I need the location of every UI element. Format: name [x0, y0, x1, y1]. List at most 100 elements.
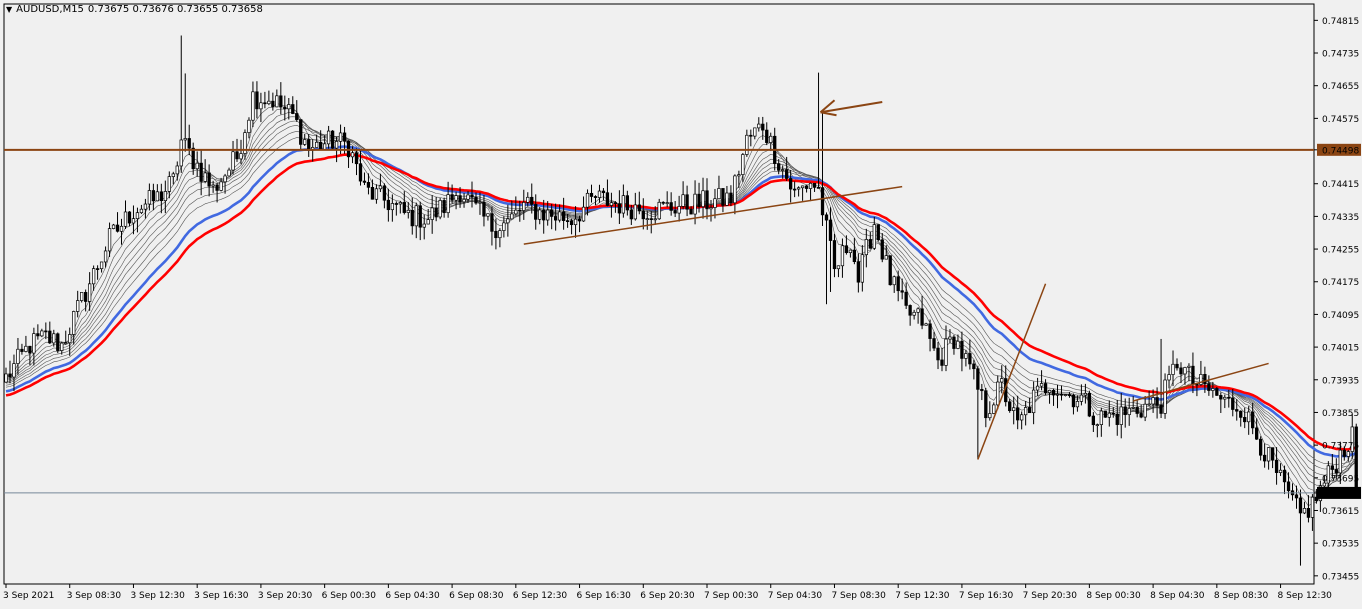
bull-candle — [171, 173, 175, 177]
bull-candle — [64, 342, 68, 345]
bear-candle — [494, 230, 498, 239]
bear-candle — [36, 333, 40, 337]
bull-candle — [1099, 410, 1103, 425]
bull-candle — [741, 154, 745, 175]
bull-candle — [326, 130, 331, 145]
y-tick-label: 0.74498 — [1322, 146, 1359, 156]
bear-candle — [1239, 410, 1243, 418]
y-tick-label: 0.74175 — [1322, 278, 1359, 288]
bull-candle — [267, 100, 271, 105]
bear-candle — [255, 91, 259, 110]
bull-candle — [52, 333, 56, 344]
bull-candle — [131, 218, 136, 224]
bear-candle — [518, 209, 522, 212]
bear-candle — [900, 290, 904, 293]
bear-candle — [1286, 481, 1291, 492]
bull-candle — [1055, 393, 1060, 396]
bull-candle — [350, 152, 355, 158]
bear-candle — [928, 323, 932, 339]
bull-candle — [677, 206, 681, 214]
bull-candle — [796, 187, 801, 190]
bull-candle — [916, 308, 920, 313]
bear-candle — [936, 347, 940, 361]
bull-candle — [72, 311, 76, 335]
x-tick-label: 7 Sep 12:30 — [895, 591, 950, 601]
bear-candle — [1207, 383, 1211, 391]
bull-candle — [1147, 403, 1151, 406]
bull-candle — [948, 336, 952, 340]
x-tick-label: 8 Sep 04:30 — [1150, 591, 1205, 601]
x-tick-label: 6 Sep 00:30 — [322, 591, 377, 601]
bear-candle — [1103, 410, 1107, 418]
bull-candle — [183, 138, 187, 141]
chart-canvas[interactable]: 0.74815 0.74735 0.74655 0.74575 0.74498 0.744… — [0, 0, 1362, 605]
bear-candle — [661, 201, 665, 204]
y-tick-label: 0.73658 — [1322, 489, 1359, 499]
bear-candle — [637, 204, 641, 212]
bear-candle — [418, 205, 422, 228]
bull-candle — [964, 353, 968, 359]
bear-candle — [1243, 417, 1247, 423]
triangle-down-icon[interactable]: ▼ — [6, 5, 12, 14]
bear-candle — [215, 184, 219, 191]
bear-candle — [1008, 401, 1012, 412]
bull-candle — [781, 169, 785, 171]
bull-candle — [32, 333, 36, 354]
bull-candle — [510, 213, 514, 220]
bull-candle — [390, 203, 395, 211]
bear-candle — [458, 195, 462, 203]
bear-candle — [761, 123, 765, 131]
bear-candle — [940, 359, 944, 366]
bull-candle — [1278, 469, 1283, 473]
bear-candle — [1111, 412, 1115, 415]
bear-candle — [729, 192, 733, 204]
bear-candle — [880, 239, 884, 260]
bull-candle — [338, 132, 343, 142]
x-tick-label: 6 Sep 12:30 — [513, 591, 568, 601]
bear-candle — [1270, 447, 1275, 461]
bull-candle — [522, 202, 526, 211]
bear-candle — [828, 219, 833, 241]
bull-candle — [1310, 496, 1315, 518]
bear-candle — [613, 202, 618, 204]
bull-candle — [701, 190, 705, 208]
bull-candle — [1171, 363, 1175, 375]
bull-candle — [426, 219, 430, 225]
bull-candle — [836, 265, 841, 270]
bear-candle — [960, 340, 964, 359]
x-tick-label: 8 Sep 00:30 — [1086, 591, 1141, 601]
bull-candle — [80, 292, 84, 301]
bear-candle — [191, 147, 195, 170]
bear-candle — [920, 308, 924, 326]
bear-candle — [1139, 413, 1143, 418]
bear-candle — [394, 203, 398, 205]
bear-candle — [1262, 454, 1267, 462]
x-tick-label: 6 Sep 16:30 — [577, 591, 632, 601]
bear-candle — [490, 213, 494, 232]
bull-candle — [398, 202, 402, 205]
bull-candle — [1266, 447, 1271, 462]
bull-candle — [462, 198, 466, 203]
bull-candle — [769, 135, 773, 143]
bear-candle — [669, 202, 673, 211]
x-tick-label: 3 Sep 08:30 — [67, 591, 122, 601]
bear-candle — [765, 129, 769, 143]
bear-candle — [44, 330, 48, 333]
bear-candle — [8, 373, 12, 378]
bull-candle — [1035, 385, 1040, 391]
x-tick-label: 7 Sep 16:30 — [959, 591, 1014, 601]
bull-candle — [99, 261, 104, 270]
bull-candle — [87, 283, 92, 302]
bear-candle — [1067, 394, 1072, 396]
bear-candle — [777, 163, 781, 171]
price-chart[interactable]: 0.74815 0.74735 0.74655 0.74575 0.74498 0.744… — [0, 0, 1362, 605]
bull-candle — [1151, 397, 1155, 405]
bear-candle — [151, 190, 156, 202]
y-tick-label: 0.74735 — [1322, 50, 1359, 60]
bull-candle — [239, 153, 243, 160]
bull-candle — [60, 342, 64, 351]
bull-candle — [506, 218, 510, 224]
symbol-timeframe: AUDUSD,M15 — [16, 4, 84, 15]
bull-candle — [992, 404, 996, 414]
bear-candle — [565, 220, 570, 222]
